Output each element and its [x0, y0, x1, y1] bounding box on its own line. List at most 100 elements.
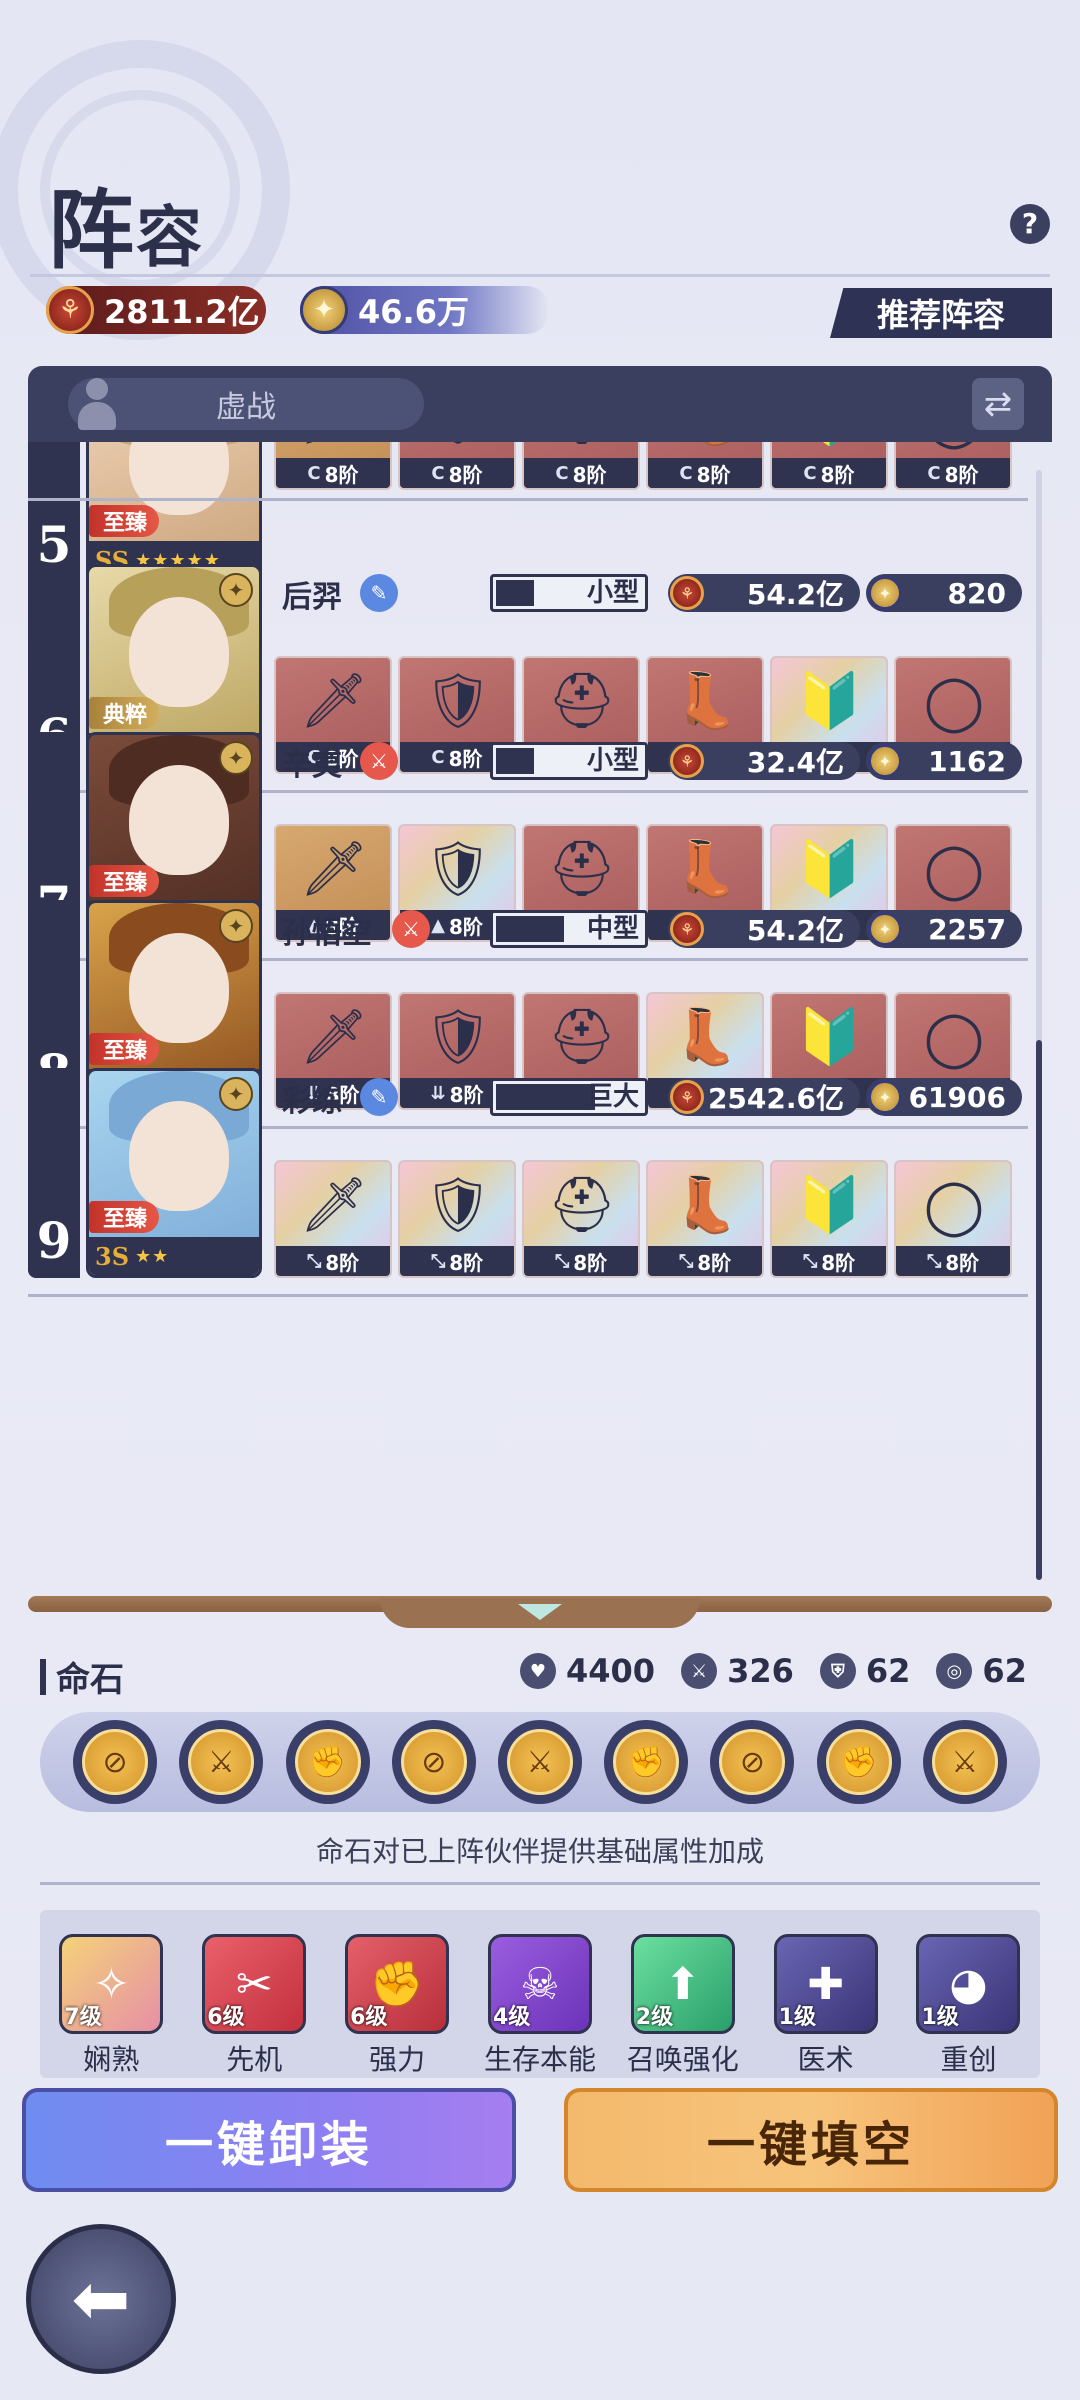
skill-item[interactable]: ⬆ 2级 召唤强化	[623, 1934, 743, 2078]
equip-level-bar: ⤡ 8阶	[276, 1246, 390, 1276]
life-stone-slot[interactable]: ⊘	[391, 1720, 476, 1804]
hero-list[interactable]: 5✦至臻SS★★★★★🗡C8阶🛡C8阶⛑C8阶👢C8阶🔰C8阶◯C8阶6✦典粹3…	[28, 442, 1052, 1588]
size-indicator: 小型	[490, 574, 648, 612]
skill-panel: ✧ 7级 娴熟 ✂ 6级 先机 ✊ 6级 强力 ☠ 4级 生存本能 ⬆ 2级 召唤强化 ✚ 1级 医术 ◕ 1级 重创	[40, 1910, 1040, 2078]
magic-role-icon: ✎	[360, 574, 398, 612]
equip-slot-ring[interactable]: ◯ ⤡ 8阶	[894, 1160, 1012, 1278]
stone-stat: ⛨ 62	[819, 1652, 910, 1690]
skill-level: 6级	[207, 2005, 245, 2030]
attack-role-icon: ⚔	[360, 742, 398, 780]
helmet-icon: ⛑	[547, 1005, 617, 1068]
equip-slot-boots[interactable]: 👢 ⤡ 8阶	[646, 1160, 764, 1278]
life-stone-slot[interactable]: ⊘	[710, 1720, 795, 1804]
life-stone-slot[interactable]: ⚔	[922, 1720, 1007, 1804]
armor-icon: 🛡	[423, 669, 493, 732]
skill-item[interactable]: ✊ 6级 强力	[337, 1934, 457, 2078]
ring-icon: ◯	[923, 669, 985, 733]
equip-level: 8阶	[324, 462, 359, 487]
equip-slot-weapon[interactable]: 🗡 C8阶	[274, 442, 392, 490]
boots-icon: 👢	[672, 837, 740, 900]
hero-name: 后羿	[282, 580, 342, 615]
hero-row[interactable]: 5✦至臻SS★★★★★🗡C8阶🛡C8阶⛑C8阶👢C8阶🔰C8阶◯C8阶	[28, 442, 1038, 582]
skill-name: 娴熟	[83, 2043, 140, 2076]
stone-section-title: 命石	[40, 1652, 124, 1701]
total-power-badge: ⚘ 2811.2亿	[46, 286, 266, 334]
weapon-icon: 🗡	[299, 1173, 369, 1236]
skill-name: 强力	[369, 2043, 426, 2076]
equip-slot-ring[interactable]: ◯ C8阶	[894, 442, 1012, 490]
life-stone-slot[interactable]: ✊	[285, 1720, 370, 1804]
skill-level: 1级	[778, 2005, 816, 2030]
equip-type-icon: ⤡	[802, 1250, 818, 1272]
row-divider	[28, 498, 1028, 501]
equip-slot-weapon[interactable]: 🗡 ⤡ 8阶	[274, 1160, 392, 1278]
slot-number-text: 9	[36, 1211, 72, 1270]
equip-slot-helmet[interactable]: ⛑ C8阶	[522, 442, 640, 490]
size-indicator: 巨大	[490, 1078, 648, 1116]
recommend-lineup-button[interactable]: 推荐阵容	[830, 288, 1052, 338]
help-icon[interactable]: ?	[1010, 204, 1050, 244]
equip-slot-emblem[interactable]: 🔰 ⤡ 8阶	[770, 1160, 888, 1278]
size-label: 中型	[586, 914, 639, 944]
weapon-icon: 🗡	[299, 669, 369, 732]
scrollbar-thumb[interactable]	[1036, 1040, 1042, 1580]
life-stone-slot[interactable]: ✊	[816, 1720, 901, 1804]
boots-icon: 👢	[668, 442, 744, 452]
unequip-all-button[interactable]: 一键卸装	[22, 2088, 516, 2192]
skill-item[interactable]: ✂ 6级 先机	[194, 1934, 314, 2078]
skill-item[interactable]: ✧ 7级 娴熟	[51, 1934, 171, 2078]
size-fill	[496, 1084, 595, 1110]
stone-stat: ◎ 62	[936, 1652, 1027, 1690]
hero-star-value: 2257	[928, 912, 1006, 946]
fill-all-button[interactable]: 一键填空	[564, 2088, 1058, 2192]
star-icon: ✦	[868, 1080, 902, 1114]
equipment-row: 🗡C8阶🛡C8阶⛑C8阶👢C8阶🔰C8阶◯C8阶	[274, 442, 1034, 490]
person-icon	[72, 374, 122, 434]
equip-slot-armor[interactable]: 🛡 ⤡ 8阶	[398, 1160, 516, 1278]
skill-item[interactable]: ◕ 1级 重创	[908, 1934, 1028, 2078]
element-badge-icon: ✦	[219, 909, 253, 943]
equip-slot-emblem[interactable]: 🔰 C8阶	[770, 442, 888, 490]
hero-power-value: 54.2亿	[746, 914, 844, 947]
life-stone-slot[interactable]: ⚔	[497, 1720, 582, 1804]
swap-icon[interactable]: ⇄	[972, 378, 1024, 430]
weapon-icon: 🗡	[299, 837, 369, 900]
life-stone-icon: ⚔	[188, 1729, 255, 1795]
ring-icon: ◯	[916, 442, 992, 452]
star-rating: ★★	[135, 1245, 170, 1267]
life-stone-icon: ⚔	[931, 1729, 998, 1795]
equip-slot-helmet[interactable]: ⛑ ⤡ 8阶	[522, 1160, 640, 1278]
skill-item[interactable]: ✚ 1级 医术	[766, 1934, 886, 2078]
stone-title-text: 命石	[56, 1660, 124, 1700]
hero-portrait[interactable]: ✦ 至臻 3S ★★	[86, 1068, 262, 1278]
hero-name: 彩练	[282, 1084, 342, 1119]
formation-tab-bar: 虚战 ⇄	[28, 366, 1052, 442]
equip-slot-boots[interactable]: 👢 C8阶	[646, 442, 764, 490]
life-stone-slot[interactable]: ⊘	[73, 1720, 158, 1804]
hero-name: 孙悟空	[282, 916, 372, 951]
quality-tag: 至臻	[89, 505, 160, 537]
ring-icon: ◯	[923, 837, 985, 901]
life-stone-icon: ⊘	[400, 1729, 467, 1795]
equip-level: 8阶	[821, 1250, 856, 1275]
page-title: 阵容	[48, 160, 204, 285]
equip-type-icon: C	[803, 462, 817, 484]
back-arrow-icon[interactable]: ⬅	[26, 2224, 176, 2374]
life-stone-slot[interactable]: ✊	[604, 1720, 689, 1804]
power-icon: ⚘	[670, 912, 704, 946]
equip-type-icon: C	[307, 462, 321, 484]
size-label: 小型	[586, 746, 639, 776]
title-char-1: 阵	[48, 180, 136, 281]
life-stone-slot[interactable]: ⚔	[179, 1720, 264, 1804]
skill-item[interactable]: ☠ 4级 生存本能	[480, 1934, 600, 2078]
hero-portrait[interactable]: ✦至臻SS★★★★★	[86, 442, 262, 582]
total-power-value: 2811.2亿	[104, 293, 260, 331]
equip-level: 8阶	[573, 1250, 608, 1275]
equip-type-icon: ⤡	[554, 1250, 570, 1272]
weapon-icon: 🗡	[296, 442, 372, 452]
hero-row[interactable]: 9 ✦ 至臻 3S ★★ 彩练 ✎ 巨大 ⚘ 2542.6亿 ✦ 61906 🗡 ⤡ 8阶 🛡 ⤡ 8阶 ⛑ ⤡ 8阶 👢…	[28, 1068, 1038, 1297]
power-icon: ⚘	[670, 1080, 704, 1114]
equip-slot-armor[interactable]: 🛡 C8阶	[398, 442, 516, 490]
life-stone-icon: ⚔	[506, 1729, 573, 1795]
title-char-2: 容	[136, 198, 204, 276]
